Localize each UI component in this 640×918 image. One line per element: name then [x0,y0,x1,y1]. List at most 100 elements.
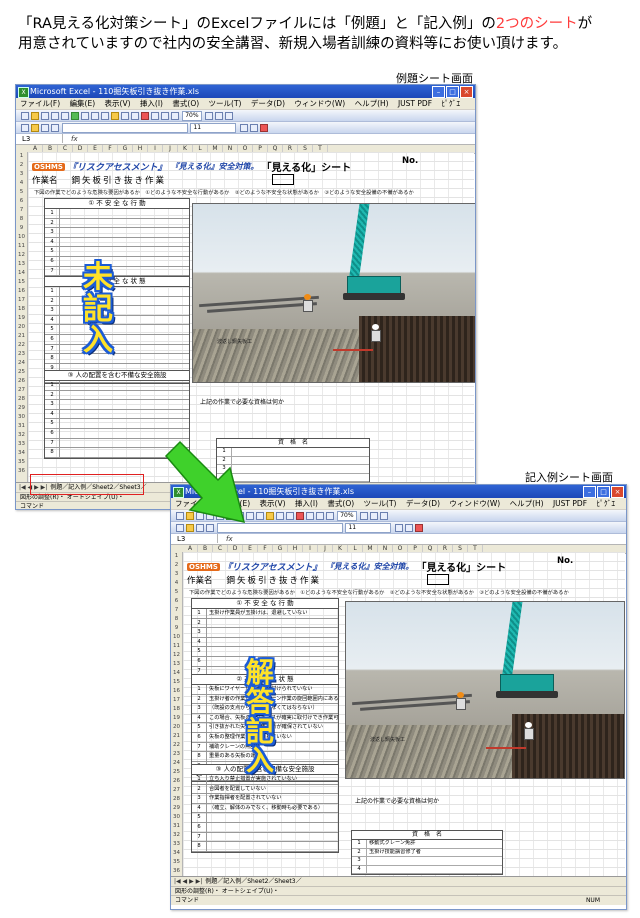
row-number[interactable]: 34 [171,849,182,858]
row-number[interactable]: 7 [171,606,182,615]
highlight-icon[interactable] [31,124,39,132]
work-number-box[interactable] [272,174,294,185]
row-number[interactable]: 9 [16,224,27,233]
table-row[interactable]: 2 合図者を配置していない [192,784,338,795]
row-number[interactable]: 13 [16,260,27,269]
row-number[interactable]: 23 [16,350,27,359]
paste-icon[interactable] [256,512,264,520]
menu-item-format[interactable]: 書式(O) [327,499,354,508]
row-number[interactable]: 32 [16,431,27,440]
row-number[interactable]: 35 [16,458,27,467]
table-row[interactable]: 4 [45,237,189,248]
table-row[interactable]: 3 [45,400,189,410]
row-number[interactable]: 23 [171,750,182,759]
table-row[interactable]: 5 [192,813,338,823]
menu-item-tools[interactable]: ツール(T) [364,499,397,508]
menu-item-view[interactable]: 表示(V) [260,499,286,508]
row-number[interactable]: 33 [16,440,27,449]
table-row[interactable]: 2 [45,390,189,401]
row-number[interactable]: 1 [171,552,182,561]
row-number[interactable]: 12 [16,251,27,260]
font-color-icon[interactable] [259,124,268,132]
maximize-icon[interactable]: □ [446,86,459,98]
row-number[interactable]: 8 [16,215,27,224]
paste-icon[interactable] [101,112,109,120]
row-number[interactable]: 16 [171,687,182,696]
row-number[interactable]: 5 [171,588,182,597]
menu-item-format[interactable]: 書式(O) [172,99,199,108]
row-number[interactable]: 1 [16,152,27,161]
maximize-icon[interactable]: □ [597,486,610,498]
menu-item-edit[interactable]: 編集(E) [70,99,96,108]
row-number[interactable]: 30 [16,413,27,422]
row-number[interactable]: 8 [171,615,182,624]
row-number[interactable]: 34 [16,449,27,458]
row-number[interactable]: 30 [171,813,182,822]
row-number[interactable]: 5 [16,188,27,197]
sheet-tab-list[interactable]: 例題／記入例／Sheet2／Sheet3／ [205,878,301,885]
font-size-box[interactable]: 11 [345,523,392,533]
undo-icon[interactable] [276,512,284,520]
row-number[interactable]: 25 [16,368,27,377]
row-number[interactable]: 25 [171,768,182,777]
row-number[interactable]: 33 [171,840,182,849]
row-number[interactable]: 24 [16,359,27,368]
table-row[interactable]: 4 （確立、解体のみでなく、移動時も必要である） [192,803,338,814]
row-number[interactable]: 28 [16,395,27,404]
row-number[interactable]: 7 [16,206,27,215]
format-painter-icon[interactable] [266,512,274,520]
row-number[interactable]: 31 [16,422,27,431]
row-number[interactable]: 2 [171,561,182,570]
name-box[interactable]: L3 [171,534,218,543]
row-number[interactable]: 16 [16,287,27,296]
font-name-box[interactable] [62,123,189,133]
spellcheck-icon[interactable] [71,112,79,120]
menu-item-window[interactable]: ウィンドウ(W) [449,499,500,508]
menu-item-insert[interactable]: 挿入(I) [295,499,318,508]
row-number[interactable]: 12 [171,651,182,660]
row-number[interactable]: 3 [171,570,182,579]
drawing-icon[interactable] [379,512,388,520]
row-number[interactable]: 36 [16,467,27,476]
row-number[interactable]: 19 [16,314,27,323]
menu-item-window[interactable]: ウィンドウ(W) [294,99,345,108]
table-row[interactable]: 3 [45,228,189,238]
comment-icon[interactable] [51,124,59,132]
row-number[interactable]: 24 [171,759,182,768]
minimize-icon[interactable]: – [583,486,596,498]
row-number[interactable]: 26 [16,377,27,386]
reply-icon[interactable] [41,124,49,132]
row-number[interactable]: 10 [171,633,182,642]
row-number[interactable]: 13 [171,660,182,669]
license-row[interactable]: 3 [352,857,502,866]
open-folder-icon[interactable] [31,112,39,120]
row-number[interactable]: 31 [171,822,182,831]
row-number[interactable]: 21 [16,332,27,341]
table-row[interactable]: 7 [192,832,338,843]
table-row[interactable]: 1 玉掛け作業員が玉掛けは、退避していない [192,609,338,619]
row-number[interactable]: 18 [171,705,182,714]
save-icon[interactable] [41,112,49,120]
close-icon[interactable]: × [460,86,473,98]
work-number-box[interactable] [427,574,449,585]
menu-item-justpdf[interactable]: JUST PDF [553,499,587,508]
help-icon[interactable] [204,112,213,120]
license-row[interactable]: 1 移動式クレーン免許 [352,840,502,849]
table-row[interactable]: 5 [45,419,189,429]
fill-color-icon[interactable] [249,124,258,132]
row-number[interactable]: 21 [171,732,182,741]
fx-icon[interactable]: fx [226,534,233,544]
menu-item-extra[interactable]: ﾋﾟｸﾞｴ [596,499,615,508]
row-number[interactable]: 20 [171,723,182,732]
redo-icon[interactable] [131,112,139,120]
table-row[interactable]: 1 [45,381,189,391]
row-number[interactable]: 2 [16,161,27,170]
fx-icon[interactable]: fx [71,134,78,144]
menu-item-data[interactable]: データ(D) [251,99,285,108]
row-number[interactable]: 27 [16,386,27,395]
row-number[interactable]: 15 [16,278,27,287]
table-row[interactable]: 2 [192,618,338,629]
row-number[interactable]: 6 [16,197,27,206]
close-icon[interactable]: × [611,486,624,498]
row-number[interactable]: 18 [16,305,27,314]
